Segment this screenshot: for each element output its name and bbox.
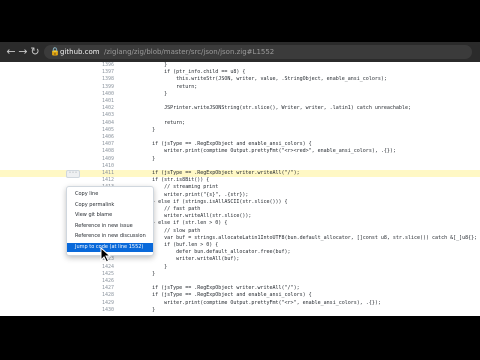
code-line[interactable]: 1398 this.writeStr(JSON, writer, value, … xyxy=(0,76,480,83)
code-text: writer.print(comptime Output.prettyFmt("… xyxy=(128,148,396,155)
code-line[interactable]: 1424 } xyxy=(0,264,480,271)
menu-item-reference-in-new-issue[interactable]: Reference in new issue xyxy=(67,222,153,231)
code-text: return; xyxy=(128,119,186,126)
code-line[interactable]: 1405 } xyxy=(0,127,480,134)
code-text: } xyxy=(128,126,156,133)
menu-item-view-git-blame[interactable]: View git blame xyxy=(67,211,153,220)
code-text: if (ptr_info.child == u8) { xyxy=(128,69,246,76)
line-number[interactable]: 1406 xyxy=(88,134,114,141)
code-text: writer.writeAll(buf); xyxy=(128,256,240,263)
code-text: if (str.is8Bit()) { xyxy=(128,177,210,184)
line-number[interactable]: 1398 xyxy=(88,76,114,83)
code-text: writer.print(comptime Output.prettyFmt("… xyxy=(128,299,381,306)
line-number[interactable]: 1399 xyxy=(88,84,114,91)
url-path: /ziglang/zig/blob/master/src/json/json.z… xyxy=(104,48,275,56)
line-number[interactable]: 1429 xyxy=(88,300,114,307)
code-line[interactable]: 1427 if (jsType == .RegExpObject writer.… xyxy=(0,285,480,292)
code-text: if (jsType == .RegExpObject and enable_a… xyxy=(128,292,312,299)
code-line[interactable]: 1425 } xyxy=(0,271,480,278)
line-number[interactable]: 1401 xyxy=(88,98,114,105)
line-number[interactable]: 1427 xyxy=(88,285,114,292)
code-line[interactable]: 1407 if (jsType == .RegExpObject and ena… xyxy=(0,141,480,148)
code-line[interactable]: 1399 return; xyxy=(0,84,480,91)
menu-item-reference-in-new-discussion[interactable]: Reference in new discussion xyxy=(67,232,153,241)
line-number[interactable]: 1428 xyxy=(88,292,114,299)
code-text: return; xyxy=(128,83,198,90)
code-text: } xyxy=(128,263,168,270)
code-text: JSPrinter.writeJSONString(str.slice(), W… xyxy=(128,105,411,112)
code-line[interactable]: 1410 xyxy=(0,163,480,170)
code-line[interactable]: 1426 xyxy=(0,278,480,285)
code-text: } xyxy=(128,155,156,162)
code-text: } xyxy=(128,270,156,277)
line-number[interactable]: 1424 xyxy=(88,264,114,271)
line-number[interactable]: 1411 xyxy=(88,170,114,177)
code-text: if (jsType == .RegExpObject writer.write… xyxy=(128,285,300,292)
url-host: github.com xyxy=(60,48,100,56)
line-number[interactable]: 1402 xyxy=(88,105,114,112)
line-number[interactable]: 1410 xyxy=(88,163,114,170)
code-line[interactable]: 1401 xyxy=(0,98,480,105)
line-number[interactable]: 1397 xyxy=(88,69,114,76)
code-line[interactable]: 1430 } xyxy=(0,307,480,314)
line-number[interactable]: 1430 xyxy=(88,307,114,314)
code-line[interactable]: 1429 writer.print(comptime Output.pretty… xyxy=(0,300,480,307)
line-number[interactable]: 1400 xyxy=(88,91,114,98)
line-number[interactable]: 1404 xyxy=(88,120,114,127)
code-text: } xyxy=(128,90,168,97)
line-number[interactable]: 1412 xyxy=(88,177,114,184)
code-line[interactable]: 1412 if (str.is8Bit()) { xyxy=(0,177,480,184)
line-number[interactable]: 1405 xyxy=(88,127,114,134)
code-text: if (jsType == .RegExpObject writer.write… xyxy=(128,170,300,176)
code-text: var buf = strings.allocateLatin1IntoUTF8… xyxy=(128,234,478,241)
code-line[interactable]: 1400 } xyxy=(0,91,480,98)
code-text: } xyxy=(128,306,156,313)
code-line[interactable]: 1406 xyxy=(0,134,480,141)
code-line-highlighted[interactable]: 1411 if (jsType == .RegExpObject writer.… xyxy=(0,170,480,178)
code-line[interactable]: 1403 xyxy=(0,112,480,119)
code-text: if (jsType == .RegExpObject and enable_a… xyxy=(128,141,312,148)
mouse-pointer-icon xyxy=(100,247,112,263)
address-bar[interactable]: 🔒 github.com /ziglang/zig/blob/master/sr… xyxy=(44,45,472,59)
line-number[interactable]: 1396 xyxy=(88,62,114,69)
code-line[interactable]: 1428 if (jsType == .RegExpObject and ena… xyxy=(0,292,480,299)
line-number[interactable]: 1426 xyxy=(88,278,114,285)
line-number[interactable]: 1425 xyxy=(88,271,114,278)
code-line[interactable]: 1402 JSPrinter.writeJSONString(str.slice… xyxy=(0,105,480,112)
code-line[interactable]: 1409 } xyxy=(0,156,480,163)
code-line[interactable]: 1423 writer.writeAll(buf); xyxy=(0,256,480,263)
browser-toolbar: ← → ↻ 🔒 github.com /ziglang/zig/blob/mas… xyxy=(0,42,480,62)
menu-item-copy-line[interactable]: Copy line xyxy=(67,190,153,199)
line-number[interactable]: 1407 xyxy=(88,141,114,148)
line-number[interactable]: 1409 xyxy=(88,156,114,163)
line-context-menu: Copy line Copy permalink View git blame Ref… xyxy=(66,186,154,256)
code-text: } xyxy=(128,62,168,68)
line-number[interactable]: 1408 xyxy=(88,148,114,155)
reload-icon[interactable]: ↻ xyxy=(28,45,42,59)
line-number[interactable]: 1403 xyxy=(88,112,114,119)
code-line[interactable]: 1397 if (ptr_info.child == u8) { xyxy=(0,69,480,76)
lock-icon: 🔒 xyxy=(50,47,60,56)
menu-item-copy-permalink[interactable]: Copy permalink xyxy=(67,201,153,210)
code-line[interactable]: 1404 return; xyxy=(0,120,480,127)
code-text: this.writeStr(JSON, writer, value, .Stri… xyxy=(128,76,387,83)
code-line[interactable]: 1408 writer.print(comptime Output.pretty… xyxy=(0,148,480,155)
code-line[interactable]: 1396 } xyxy=(0,62,480,69)
